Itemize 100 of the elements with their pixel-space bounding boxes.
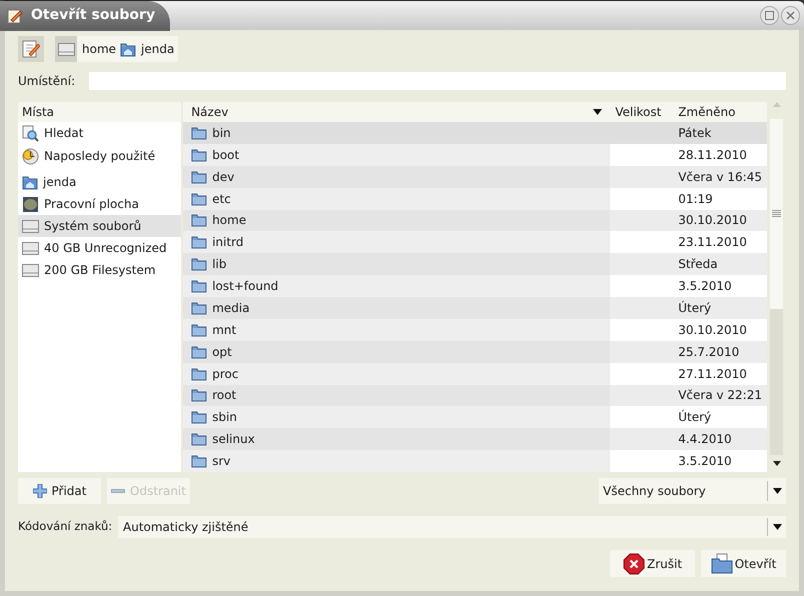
stop-sign-icon xyxy=(622,552,645,574)
date-cell-text: 01:19 xyxy=(677,190,714,208)
close-button[interactable] xyxy=(781,6,800,25)
folder-icon xyxy=(191,148,208,162)
clock-icon xyxy=(22,148,39,164)
folder-icon xyxy=(191,410,208,424)
places-item[interactable]: Pracovní plocha xyxy=(18,193,182,215)
scroll-down-icon xyxy=(772,461,780,466)
date-cell-text: 28.11.2010 xyxy=(677,146,748,164)
file-name-cell[interactable]: srv xyxy=(183,450,610,472)
folder-icon xyxy=(191,454,208,468)
notepad-icon xyxy=(22,39,40,59)
file-row[interactable]: root Včera v 22:21 xyxy=(183,384,767,406)
folder-icon xyxy=(191,344,208,359)
edit-location-button[interactable] xyxy=(18,36,44,62)
add-button[interactable]: Přidat xyxy=(18,478,101,504)
date-cell-text: 30.10.2010 xyxy=(677,212,748,230)
column-header[interactable]: Změněno xyxy=(673,102,767,122)
file-name-cell[interactable]: home xyxy=(183,210,610,232)
column-header[interactable]: Název xyxy=(183,102,610,122)
maximize-button[interactable] xyxy=(760,6,779,25)
file-row[interactable]: dev Včera v 16:45 xyxy=(183,166,767,188)
file-name-cell[interactable]: lost+found xyxy=(183,275,610,297)
file-row[interactable]: lib Středa xyxy=(183,253,767,276)
drive-icon xyxy=(22,240,39,256)
date-cell-text: Úterý xyxy=(677,300,712,317)
scroll-up-icon xyxy=(772,102,780,107)
folder-icon xyxy=(191,213,208,228)
file-row[interactable]: home 30.10.2010 xyxy=(183,210,767,232)
date-cell-text: 4.4.2010 xyxy=(677,431,733,448)
file-name-cell[interactable]: initrd xyxy=(183,231,610,254)
cancel-button[interactable]: Zrušit xyxy=(610,550,695,577)
column-header[interactable]: Velikost xyxy=(610,102,674,122)
folder-icon xyxy=(710,552,733,574)
encoding-dropdown[interactable]: Automaticky zjištěné xyxy=(118,516,786,538)
date-cell-text: Včera v 16:45 xyxy=(677,168,763,186)
file-name-cell[interactable]: sbin xyxy=(183,406,610,428)
date-cell-text: Včera v 22:21 xyxy=(677,387,763,404)
maximize-icon xyxy=(765,11,774,20)
column-header[interactable]: Místa xyxy=(18,102,182,122)
magnifier-icon xyxy=(22,124,39,142)
folder-icon xyxy=(191,235,208,250)
places-item[interactable]: 40 GB Unrecognized xyxy=(18,237,182,259)
file-row[interactable]: selinux 4.4.2010 xyxy=(183,428,767,450)
date-cell-text: Pátek xyxy=(677,124,712,142)
drive-icon xyxy=(22,218,39,234)
sort-arrow-icon xyxy=(593,109,602,115)
file-name-cell[interactable]: lib xyxy=(183,253,610,276)
folder-icon xyxy=(191,126,208,140)
date-cell-text: 23.11.2010 xyxy=(677,234,748,252)
location-field[interactable] xyxy=(89,72,786,90)
home-folder-icon xyxy=(120,42,136,56)
folder-icon xyxy=(191,366,208,381)
date-cell-text: Středa xyxy=(677,256,719,274)
places-item[interactable]: jenda xyxy=(18,171,182,193)
location-label: Umístění: xyxy=(18,72,76,90)
file-row[interactable]: proc 27.11.2010 xyxy=(183,362,767,384)
file-name-cell[interactable]: root xyxy=(183,384,610,406)
folder-icon xyxy=(191,279,208,294)
file-name-cell[interactable]: selinux xyxy=(183,428,610,450)
file-name-cell[interactable]: dev xyxy=(183,166,610,188)
file-name-cell[interactable]: proc xyxy=(183,362,610,384)
file-row[interactable]: initrd 23.11.2010 xyxy=(183,231,767,254)
drive-icon xyxy=(22,262,39,278)
date-cell-text: 30.10.2010 xyxy=(677,322,748,339)
encoding-label: Kódování znaků: xyxy=(18,518,114,536)
places-item[interactable]: Naposledy použité xyxy=(18,144,182,168)
drive-icon xyxy=(58,42,74,56)
file-name-cell[interactable]: boot xyxy=(183,144,610,166)
file-type-dropdown[interactable]: Všechny soubory xyxy=(599,478,786,504)
date-cell-text: Úterý xyxy=(677,408,712,426)
date-cell-text: 3.5.2010 xyxy=(677,453,733,470)
date-cell-text: 25.7.2010 xyxy=(677,344,740,361)
file-row[interactable]: opt 25.7.2010 xyxy=(183,340,767,363)
folder-icon xyxy=(191,170,208,184)
file-name-cell[interactable]: mnt xyxy=(183,318,610,341)
places-item[interactable]: Systém souborů xyxy=(18,215,182,237)
file-name-cell[interactable]: etc xyxy=(183,188,610,210)
plus-icon xyxy=(32,484,47,498)
folder-icon xyxy=(191,432,208,446)
folder-icon xyxy=(191,192,208,206)
folder-icon xyxy=(191,388,208,402)
places-item[interactable]: 200 GB Filesystem xyxy=(18,259,182,281)
file-name-cell[interactable]: opt xyxy=(183,340,610,363)
desktop-icon xyxy=(22,196,39,212)
grip-icon xyxy=(772,210,781,218)
folder-icon xyxy=(191,300,208,315)
file-row[interactable]: etc 01:19 xyxy=(183,188,767,210)
file-name-cell[interactable]: media xyxy=(183,297,610,319)
file-row[interactable]: media Úterý xyxy=(183,297,767,319)
places-item[interactable]: Hledat xyxy=(18,122,182,144)
folder-icon xyxy=(191,257,208,272)
folder-icon xyxy=(191,322,208,337)
notepad-icon xyxy=(7,8,23,24)
file-row[interactable]: bin Pátek xyxy=(183,122,767,144)
date-cell-text: 3.5.2010 xyxy=(677,278,733,296)
open-button[interactable]: Otevřít xyxy=(701,550,786,577)
close-icon xyxy=(786,11,795,20)
file-row[interactable]: sbin Úterý xyxy=(183,406,767,428)
window-title: Otevřít soubory xyxy=(31,6,156,25)
